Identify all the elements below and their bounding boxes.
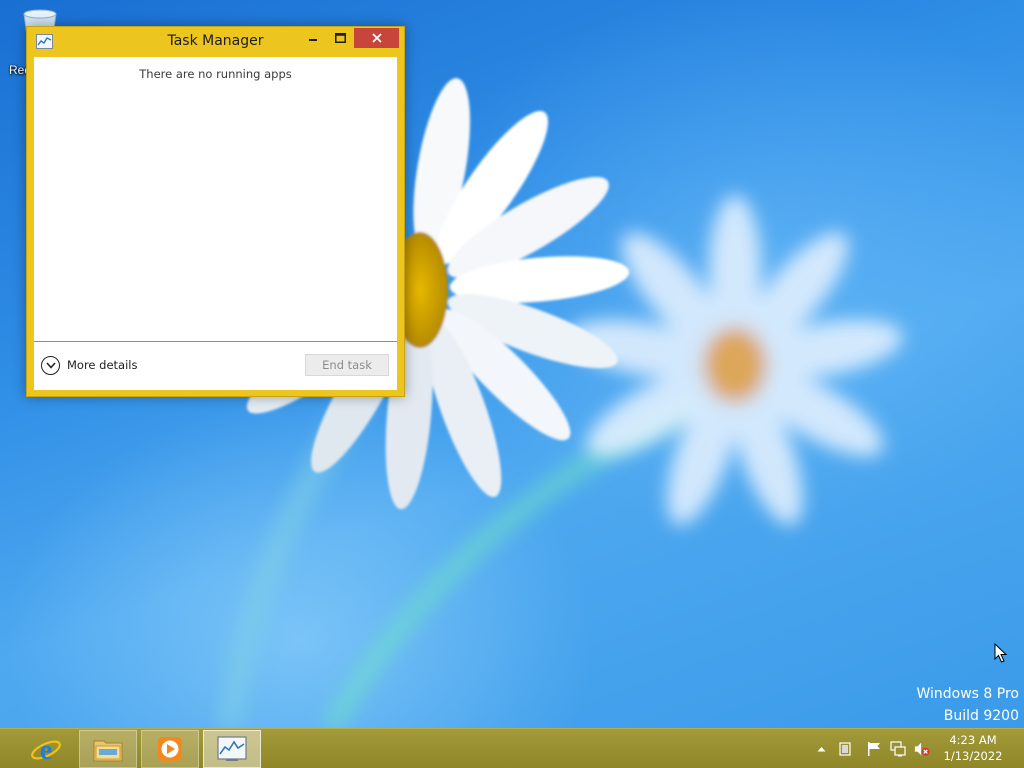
folder-icon (93, 740, 123, 762)
more-details-button[interactable]: More details (41, 355, 137, 375)
maximize-button[interactable] (327, 28, 354, 48)
taskbar-windows-media-player[interactable] (141, 730, 199, 768)
desktop: Rec Task Manager There are no running ap… (0, 0, 1024, 728)
media-player-icon (158, 737, 182, 761)
watermark-edition: Windows 8 Pro (916, 686, 1019, 702)
chevron-up-icon (817, 747, 825, 752)
minimize-button[interactable] (299, 28, 326, 48)
title-bar[interactable]: Task Manager (27, 27, 404, 57)
mouse-pointer-icon (994, 643, 1008, 663)
maximize-icon (335, 33, 346, 43)
end-task-button[interactable]: End task (305, 354, 389, 376)
volume-muted-icon (914, 742, 930, 756)
svg-text:e: e (40, 735, 52, 765)
watermark-build: Build 9200 (943, 708, 1019, 724)
no-running-apps-message: There are no running apps (139, 67, 292, 81)
task-manager-icon (217, 736, 247, 761)
clock-date: 1/13/2022 (943, 749, 1003, 763)
task-manager-window: Task Manager There are no running apps M… (26, 26, 405, 397)
show-hidden-icons-button[interactable] (813, 741, 829, 757)
tray-ime-button[interactable] (837, 741, 853, 757)
taskbar-internet-explorer[interactable]: e (17, 730, 75, 768)
tray-network-button[interactable] (890, 741, 906, 757)
minimize-icon (308, 39, 317, 41)
windows-build-watermark: Windows 8 Pro Build 9200 (916, 683, 1019, 727)
task-manager-client-area: There are no running apps More details E… (34, 57, 397, 390)
ime-icon (839, 742, 851, 756)
taskbar-task-manager[interactable] (203, 730, 261, 768)
taskbar: e 4:23 AM 1/13/2022 (0, 728, 1024, 768)
taskbar-clock[interactable]: 4:23 AM 1/13/2022 (940, 732, 1006, 764)
taskbar-file-explorer[interactable] (79, 730, 137, 768)
network-icon (890, 741, 906, 757)
tray-volume-button[interactable] (914, 741, 930, 757)
more-details-label: More details (67, 358, 138, 372)
action-center-flag-icon (868, 742, 880, 756)
close-icon (371, 33, 382, 43)
tray-action-center-button[interactable] (866, 741, 882, 757)
internet-explorer-icon: e (31, 735, 61, 765)
chevron-down-circle-icon (41, 355, 60, 375)
footer-divider (34, 341, 397, 342)
close-button[interactable] (354, 28, 399, 48)
clock-time: 4:23 AM (949, 733, 997, 747)
